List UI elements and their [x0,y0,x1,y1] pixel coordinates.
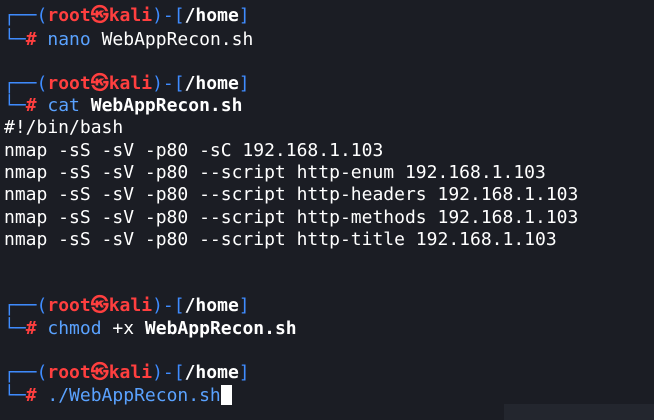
output-line: nmap -sS -sV -p80 --script http-title 19… [4,229,557,250]
command-line: └─# chmod +x WebAppRecon.sh [4,318,297,339]
skull-icon: ㉿ [90,362,109,383]
prompt-header: ┌──(root㉿kali)-[/home] [4,295,250,316]
command-input[interactable]: └─# ./WebAppRecon.sh [4,385,232,407]
background-logo [504,404,654,420]
skull-icon: ㉿ [90,73,109,94]
prompt-header: ┌──(root㉿kali)-[/home] [4,73,250,94]
output-line: #!/bin/bash [4,117,124,138]
output-line: nmap -sS -sV -p80 --script http-methods … [4,207,579,228]
prompt-header: ┌──(root㉿kali)-[/home] [4,362,250,383]
skull-icon: ㉿ [90,295,109,316]
prompt-header: ┌──(root㉿kali)-[/home] [4,5,250,26]
output-line: nmap -sS -sV -p80 --script http-enum 192… [4,162,546,183]
text-cursor [220,385,232,405]
output-line: nmap -sS -sV -p80 -sC 192.168.1.103 [4,140,384,161]
terminal-window[interactable]: ┌──(root㉿kali)-[/home] └─# nano WebAppRe… [0,0,654,420]
skull-icon: ㉿ [90,5,109,26]
output-line: nmap -sS -sV -p80 --script http-headers … [4,184,579,205]
command-line: └─# nano WebAppRecon.sh [4,29,254,50]
command-line: └─# cat WebAppRecon.sh [4,95,243,116]
